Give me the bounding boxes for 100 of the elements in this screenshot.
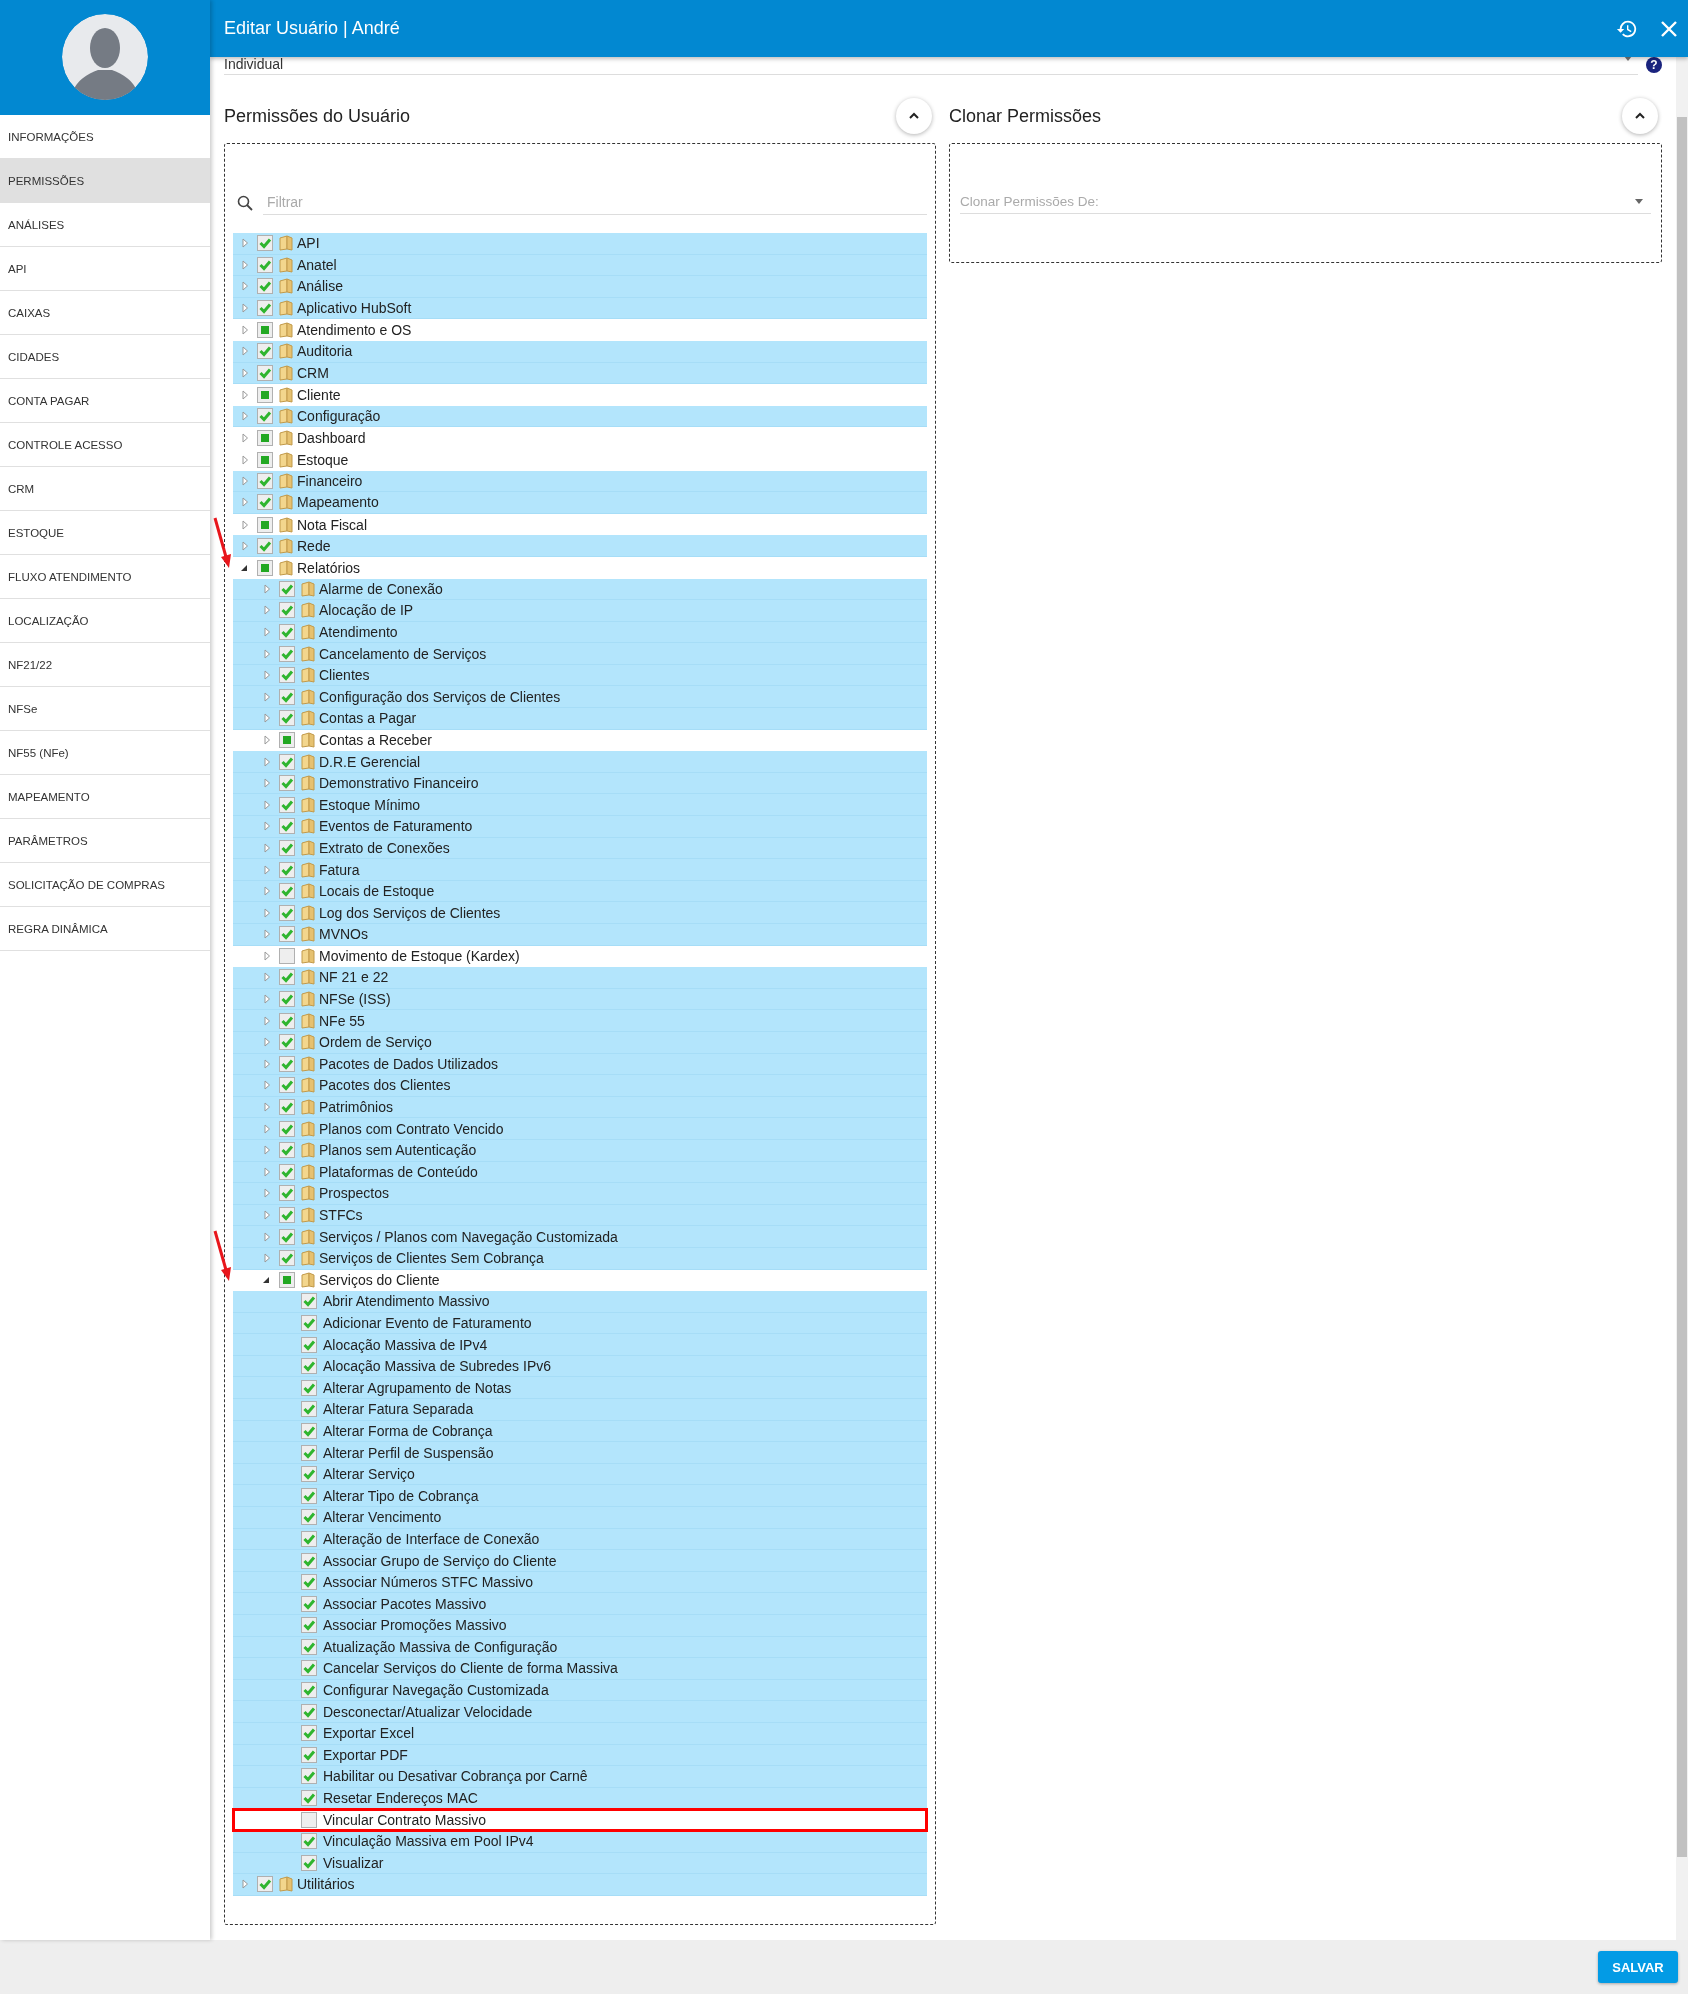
sidebar-item[interactable]: CAIXAS: [0, 291, 210, 335]
checkbox[interactable]: [257, 559, 273, 576]
tree-row[interactable]: Pacotes de Dados Utilizados: [233, 1053, 927, 1076]
tree-row[interactable]: Serviços de Clientes Sem Cobrança: [233, 1247, 927, 1270]
tree-row[interactable]: Contas a Pagar: [233, 708, 927, 730]
checkbox[interactable]: [279, 602, 295, 619]
tree-row[interactable]: Alterar Agrupamento de Notas: [233, 1377, 927, 1400]
checkbox[interactable]: [257, 472, 273, 489]
tree-row[interactable]: Cliente: [233, 384, 927, 406]
sidebar-item[interactable]: CRM: [0, 467, 210, 511]
checkbox[interactable]: [301, 1746, 317, 1763]
sidebar-item[interactable]: ESTOQUE: [0, 511, 210, 555]
tree-row[interactable]: Associar Grupo de Serviço do Cliente: [233, 1550, 927, 1572]
checkbox[interactable]: [301, 1422, 317, 1439]
checkbox[interactable]: [301, 1854, 317, 1871]
tree-row[interactable]: Estoque: [233, 448, 927, 471]
checkbox[interactable]: [279, 667, 295, 684]
checkbox[interactable]: [301, 1401, 317, 1418]
tree-row[interactable]: Demonstrativo Financeiro: [233, 772, 927, 795]
checkbox[interactable]: [279, 1272, 295, 1289]
sidebar-item[interactable]: REGRA DINÂMICA: [0, 907, 210, 951]
tree-row[interactable]: Habilitar ou Desativar Cobrança por Carnê: [233, 1766, 927, 1788]
checkbox[interactable]: [279, 839, 295, 856]
tree-row[interactable]: Anatel: [233, 254, 927, 277]
tree-row[interactable]: Alterar Tipo de Cobrança: [233, 1485, 927, 1508]
checkbox[interactable]: [301, 1336, 317, 1353]
tree-row[interactable]: Planos com Contrato Vencido: [233, 1118, 927, 1140]
checkbox[interactable]: [279, 1099, 295, 1116]
checkbox[interactable]: [279, 904, 295, 921]
tree-row[interactable]: Planos sem Autenticação: [233, 1139, 927, 1162]
checkbox[interactable]: [279, 1077, 295, 1094]
checkbox[interactable]: [279, 1207, 295, 1223]
checkbox[interactable]: [301, 1315, 317, 1331]
tree-row[interactable]: Cancelar Serviços do Cliente de forma Massiva: [233, 1658, 927, 1680]
checkbox[interactable]: [257, 278, 273, 295]
checkbox[interactable]: [301, 1768, 317, 1785]
tree-row[interactable]: D.R.E Gerencial: [233, 751, 927, 773]
tree-row[interactable]: Relatórios: [233, 556, 927, 579]
checkbox[interactable]: [301, 1725, 317, 1742]
tree-row[interactable]: Alocação Massiva de IPv4: [233, 1334, 927, 1356]
checkbox[interactable]: [301, 1595, 317, 1612]
checkbox[interactable]: [257, 386, 273, 403]
tree-row[interactable]: Patrimônios: [233, 1096, 927, 1119]
tree-row[interactable]: Alteração de Interface de Conexão: [233, 1528, 927, 1551]
checkbox[interactable]: [301, 1617, 317, 1634]
checkbox[interactable]: [257, 408, 273, 425]
checkbox[interactable]: [257, 494, 273, 511]
tree-row[interactable]: Fatura: [233, 859, 927, 881]
checkbox[interactable]: [279, 1185, 295, 1202]
tree-row[interactable]: API: [233, 233, 927, 255]
tree-row[interactable]: Atualização Massiva de Configuração: [233, 1636, 927, 1659]
sidebar-item[interactable]: NFSe: [0, 687, 210, 731]
sidebar-item[interactable]: CONTA PAGAR: [0, 379, 210, 423]
checkbox[interactable]: [301, 1487, 317, 1504]
tree-row[interactable]: Clientes: [233, 664, 927, 687]
sidebar-item[interactable]: PERMISSÕES: [0, 159, 210, 203]
sidebar-item[interactable]: ANÁLISES: [0, 203, 210, 247]
tree-row[interactable]: Movimento de Estoque (Kardex): [233, 945, 927, 968]
checkbox[interactable]: [279, 1012, 295, 1029]
tree-row[interactable]: Log dos Serviços de Clientes: [233, 902, 927, 924]
tree-row[interactable]: Prospectos: [233, 1183, 927, 1205]
sidebar-item[interactable]: FLUXO ATENDIMENTO: [0, 555, 210, 599]
tree-row[interactable]: Configuração: [233, 405, 927, 428]
checkbox[interactable]: [301, 1552, 317, 1569]
tree-row[interactable]: Rede: [233, 535, 927, 557]
checkbox[interactable]: [279, 883, 295, 900]
tree-row[interactable]: Visualizar: [233, 1852, 927, 1875]
tree-row[interactable]: Estoque Mínimo: [233, 794, 927, 817]
tree-row[interactable]: Eventos de Faturamento: [233, 816, 927, 838]
checkbox[interactable]: [279, 926, 295, 943]
tree-row[interactable]: Extrato de Conexões: [233, 837, 927, 860]
checkbox[interactable]: [279, 1228, 295, 1245]
tree-row[interactable]: Resetar Endereços MAC: [233, 1787, 927, 1810]
checkbox[interactable]: [279, 732, 295, 749]
tree-row[interactable]: Alterar Perfil de Suspensão: [233, 1442, 927, 1464]
checkbox[interactable]: [257, 322, 273, 339]
checkbox[interactable]: [301, 1530, 317, 1547]
sidebar-item[interactable]: CONTROLE ACESSO: [0, 423, 210, 467]
checkbox[interactable]: [257, 235, 273, 252]
checkbox[interactable]: [301, 1444, 317, 1461]
checkbox[interactable]: [257, 1876, 273, 1893]
tree-row[interactable]: Pacotes dos Clientes: [233, 1075, 927, 1097]
checkbox[interactable]: [279, 624, 295, 640]
tree-row[interactable]: Exportar Excel: [233, 1722, 927, 1745]
tree-row[interactable]: Vincular Contrato Massivo: [233, 1809, 927, 1831]
tree-row[interactable]: Alterar Serviço: [233, 1463, 927, 1486]
collapse-button[interactable]: [896, 98, 932, 134]
checkbox[interactable]: [257, 256, 273, 273]
tree-row[interactable]: STFCs: [233, 1204, 927, 1227]
tree-row[interactable]: NFSe (ISS): [233, 988, 927, 1011]
checkbox[interactable]: [279, 969, 295, 986]
tree-row[interactable]: Associar Promoções Massivo: [233, 1615, 927, 1637]
checkbox[interactable]: [301, 1509, 317, 1526]
checkbox[interactable]: [257, 343, 273, 360]
checkbox[interactable]: [301, 1358, 317, 1375]
tree-row[interactable]: Utilitários: [233, 1874, 927, 1896]
tree-row[interactable]: Abrir Atendimento Massivo: [233, 1291, 927, 1313]
sidebar-item[interactable]: PARÂMETROS: [0, 819, 210, 863]
close-icon[interactable]: [1660, 19, 1678, 38]
checkbox[interactable]: [279, 948, 295, 965]
